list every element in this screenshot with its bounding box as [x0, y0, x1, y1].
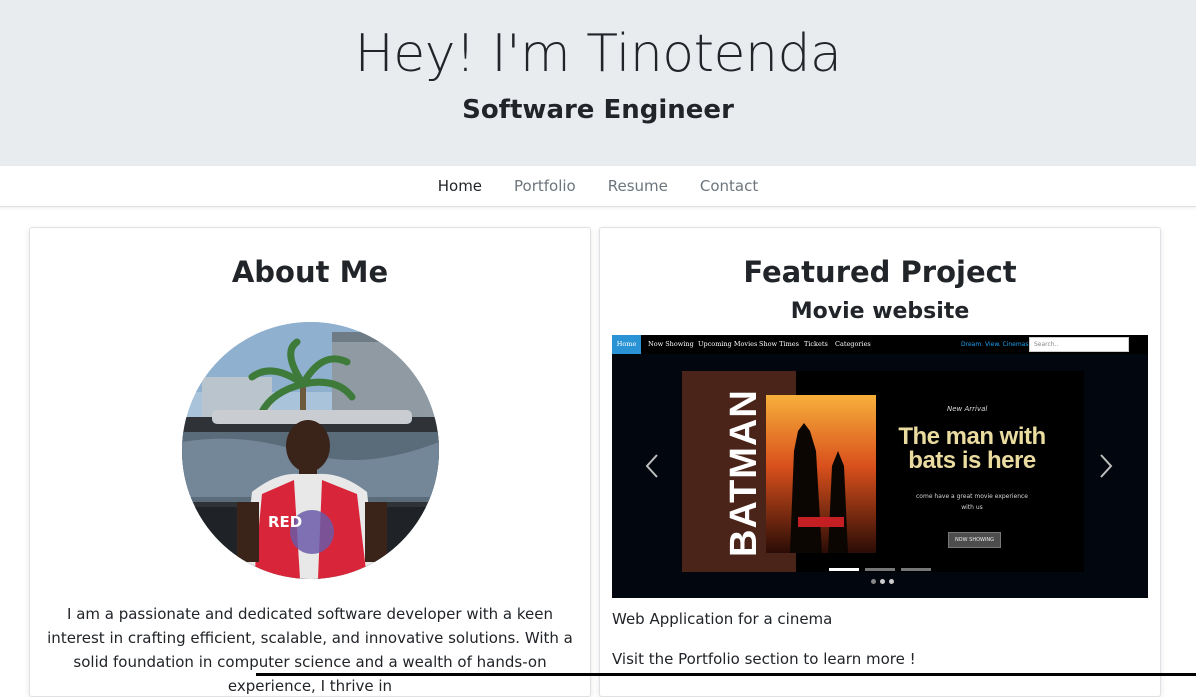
about-title: About Me	[231, 255, 389, 289]
page-header: Hey! I'm Tinotenda Software Engineer	[0, 0, 1196, 166]
chevron-left-icon[interactable]	[644, 453, 660, 479]
featured-project-title: Featured Project	[743, 255, 1017, 289]
about-description: I am a passionate and dedicated software…	[47, 605, 573, 695]
screenshot-nav-now-showing: Now Showing	[648, 340, 694, 348]
screenshot-nav-home: Home	[612, 335, 641, 354]
featured-project-card: Featured Project Movie website Home Now …	[599, 227, 1161, 697]
screenshot-brand: Dream. View. Cinemas	[961, 341, 1029, 348]
chevron-right-icon[interactable]	[1098, 453, 1114, 479]
profile-photo-illustration: RED	[182, 322, 439, 579]
screenshot-nav-upcoming: Upcoming Movies	[698, 340, 758, 348]
carousel-dot-3	[889, 579, 894, 584]
banner-tagline: come have a great movie experience with …	[916, 493, 1028, 511]
carousel-indicator-2	[865, 568, 895, 571]
nav-list: Home Portfolio Resume Contact	[422, 166, 775, 207]
page-title: Hey! I'm Tinotenda	[354, 24, 842, 84]
main-nav: Home Portfolio Resume Contact	[0, 166, 1196, 207]
carousel-indicator-3	[901, 568, 931, 571]
project-description: Web Application for a cinema	[612, 610, 833, 628]
profile-photo: RED	[182, 322, 439, 579]
banner-new-arrival: New Arrival	[947, 405, 988, 413]
banner-headline: The man with bats is here	[898, 423, 1046, 474]
nav-link-contact[interactable]: Contact	[684, 166, 774, 207]
about-card: About Me RED I am a passionate and dedic…	[29, 227, 591, 697]
carousel-indicator-1	[829, 568, 859, 571]
carousel-dot-2	[880, 579, 885, 584]
carousel-dot-1	[871, 579, 876, 584]
screenshot-banner: BATMAN New Arrival The man with bats is …	[682, 371, 1084, 572]
portfolio-prompt: Visit the Portfolio section to learn mor…	[612, 650, 916, 668]
nav-link-portfolio[interactable]: Portfolio	[498, 166, 592, 207]
screenshot-navbar: Home Now Showing Upcoming Movies Show Ti…	[612, 335, 1148, 354]
project-screenshot[interactable]: Home Now Showing Upcoming Movies Show Ti…	[612, 335, 1148, 598]
nav-link-resume[interactable]: Resume	[592, 166, 684, 207]
banner-now-showing-button: NOW SHOWING	[948, 532, 1001, 548]
poster-batman-text: BATMAN	[723, 389, 765, 557]
screenshot-search: Search..	[1029, 337, 1129, 352]
page-subtitle: Software Engineer	[462, 95, 734, 125]
featured-project-subtitle: Movie website	[790, 299, 970, 324]
screenshot-nav-tickets: Tickets	[804, 340, 828, 348]
screenshot-nav-categories: Categories	[835, 340, 871, 348]
screenshot-nav-show-times: Show Times	[759, 340, 799, 348]
nav-link-home[interactable]: Home	[422, 166, 498, 207]
svg-text:RED: RED	[268, 513, 302, 531]
